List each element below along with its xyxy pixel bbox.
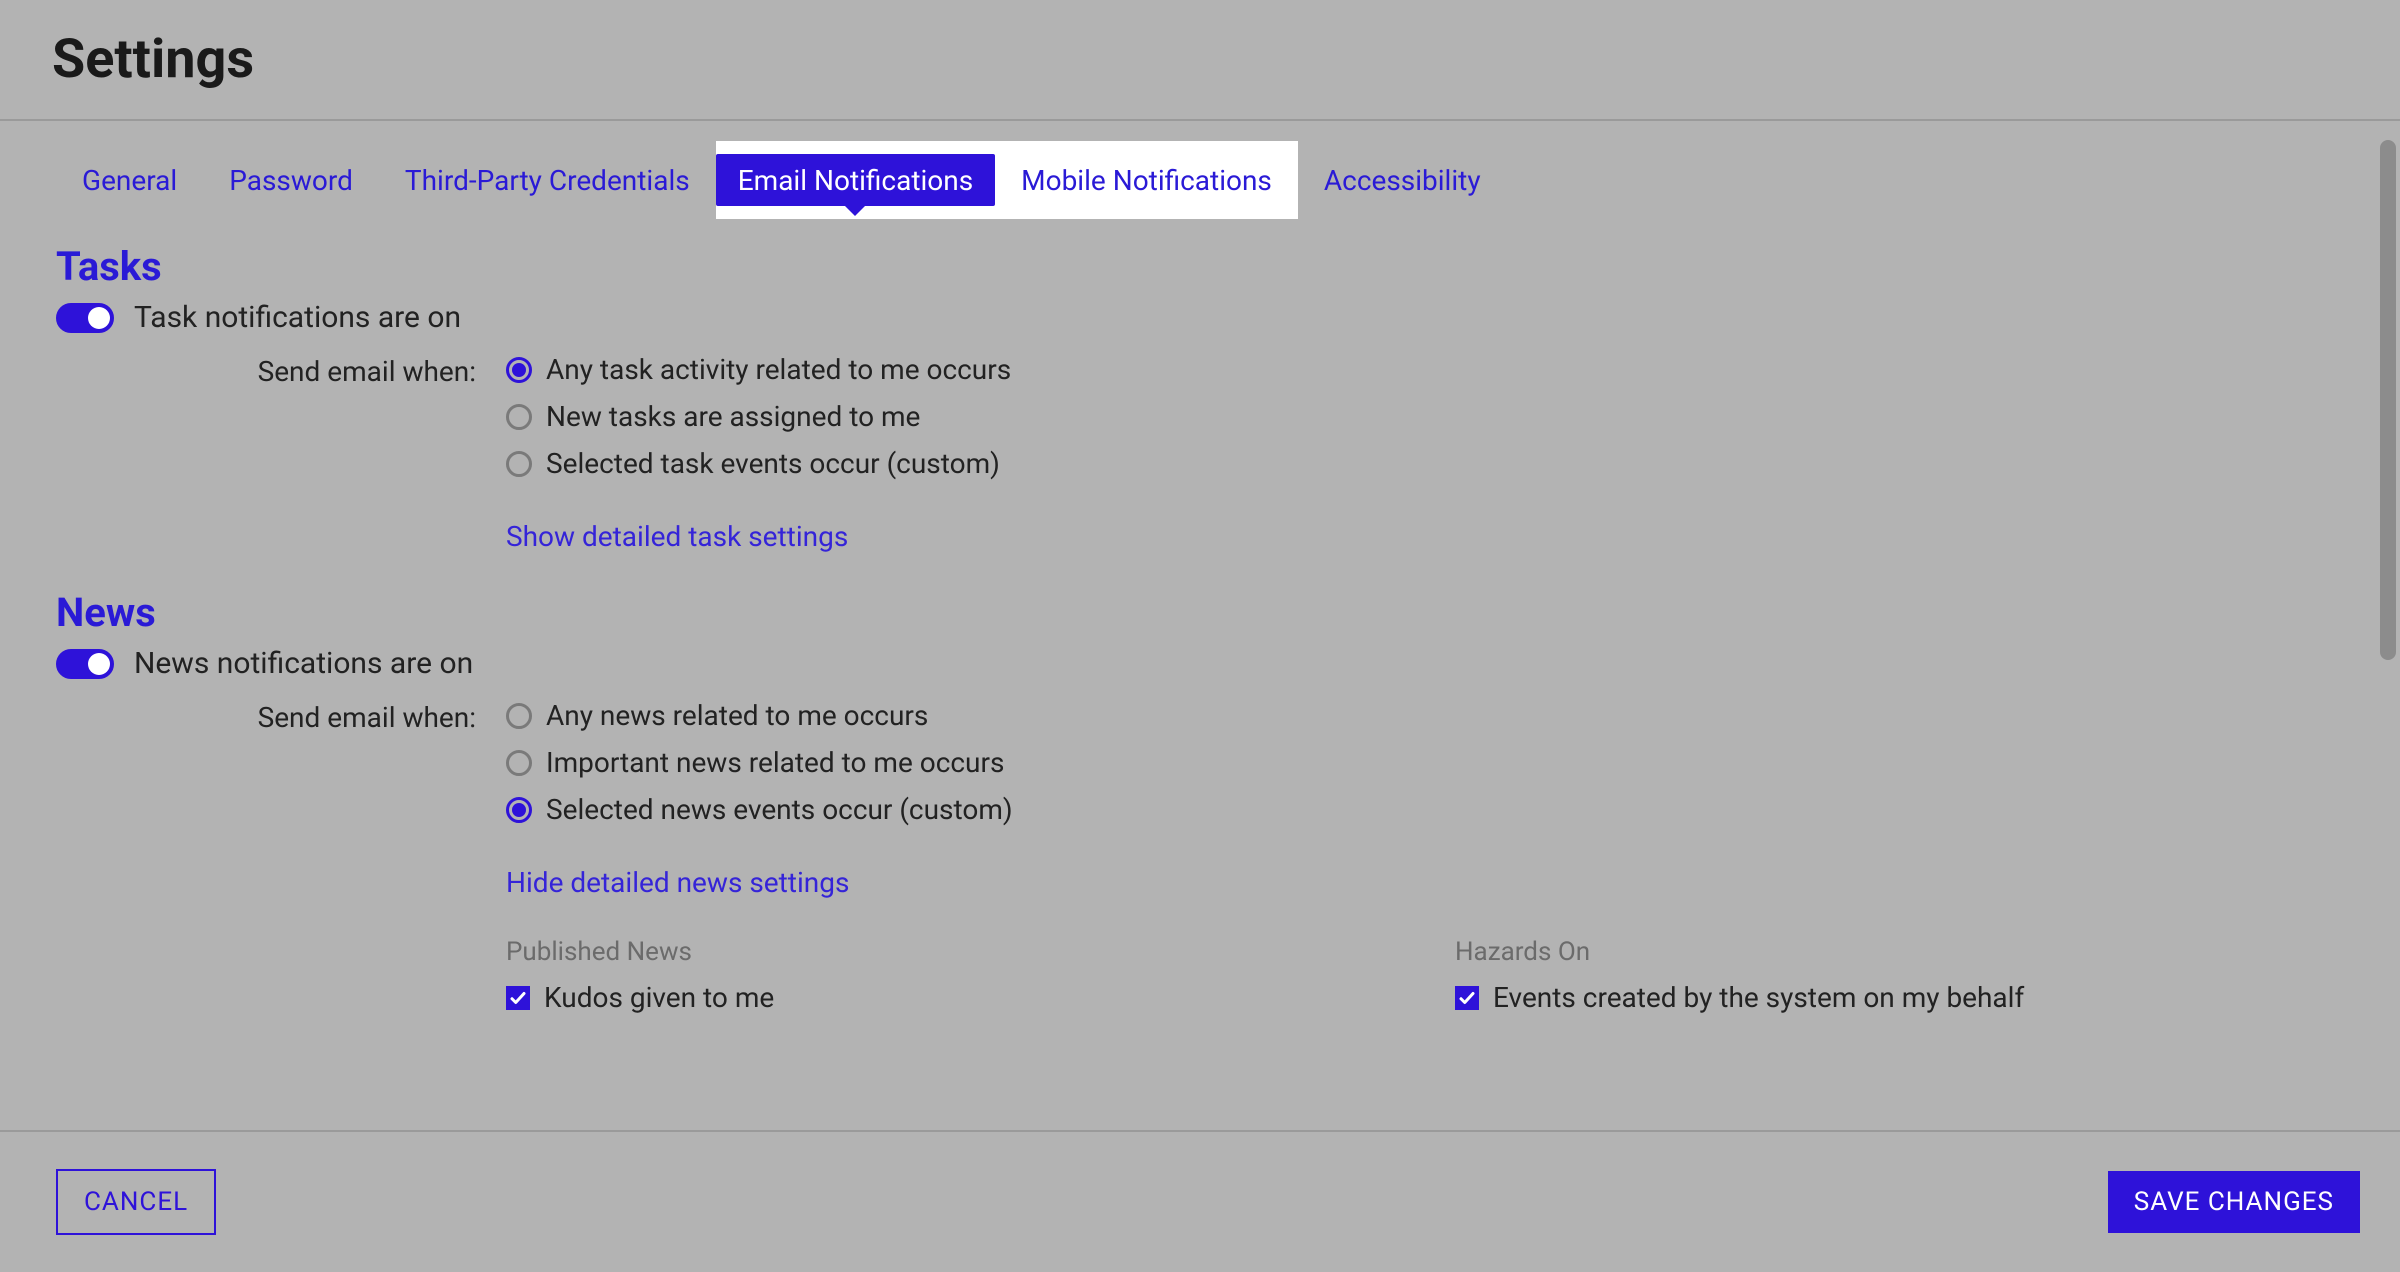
news-detail-right-header: Hazards On: [1455, 937, 2344, 967]
news-toggle[interactable]: [56, 649, 114, 679]
radio-icon[interactable]: [506, 750, 532, 776]
news-detail-right: Hazards On Events created by the system …: [1455, 937, 2344, 1014]
tasks-show-detail-link[interactable]: Show detailed task settings: [506, 520, 2344, 553]
tasks-option-custom[interactable]: Selected task events occur (custom): [506, 447, 2344, 480]
news-form: Send email when: Any news related to me …: [56, 699, 2344, 1014]
news-detail-left-header: Published News: [506, 937, 1395, 967]
radio-icon[interactable]: [506, 357, 532, 383]
tab-third-party-credentials[interactable]: Third-Party Credentials: [379, 141, 716, 219]
radio-label: Selected news events occur (custom): [546, 793, 1013, 826]
radio-label: Selected task events occur (custom): [546, 447, 1000, 480]
tab-general[interactable]: General: [56, 141, 203, 219]
save-changes-button[interactable]: SAVE CHANGES: [2108, 1171, 2360, 1233]
checkbox-icon[interactable]: [506, 986, 530, 1010]
radio-label: Any news related to me occurs: [546, 699, 928, 732]
radio-icon[interactable]: [506, 404, 532, 430]
radio-icon[interactable]: [506, 703, 532, 729]
settings-content: Tasks Task notifications are on Send ema…: [0, 219, 2400, 1231]
news-option-custom[interactable]: Selected news events occur (custom): [506, 793, 2344, 826]
news-detail-right-item-events[interactable]: Events created by the system on my behal…: [1455, 981, 2344, 1014]
divider: [0, 119, 2400, 121]
radio-label: New tasks are assigned to me: [546, 400, 920, 433]
tasks-option-assigned[interactable]: New tasks are assigned to me: [506, 400, 2344, 433]
checkbox-label: Kudos given to me: [544, 981, 774, 1014]
section-title-tasks: Tasks: [56, 243, 2344, 290]
tasks-form: Send email when: Any task activity relat…: [56, 353, 2344, 553]
radio-icon[interactable]: [506, 451, 532, 477]
news-form-label: Send email when:: [56, 699, 476, 1014]
section-title-news: News: [56, 589, 2344, 636]
tasks-form-label: Send email when:: [56, 353, 476, 553]
news-option-any[interactable]: Any news related to me occurs: [506, 699, 2344, 732]
news-options: Any news related to me occurs Important …: [506, 699, 2344, 1014]
news-option-important[interactable]: Important news related to me occurs: [506, 746, 2344, 779]
checkbox-icon[interactable]: [1455, 986, 1479, 1010]
news-toggle-label: News notifications are on: [134, 646, 473, 681]
tab-mobile-notifications[interactable]: Mobile Notifications: [995, 164, 1298, 197]
tab-email-notifications[interactable]: Email Notifications: [716, 154, 995, 206]
tasks-toggle-row: Task notifications are on: [56, 300, 2344, 335]
news-detail-left: Published News Kudos given to me: [506, 937, 1395, 1014]
news-detail-left-item-kudos[interactable]: Kudos given to me: [506, 981, 1395, 1014]
checkbox-label: Events created by the system on my behal…: [1493, 981, 2024, 1014]
tab-password[interactable]: Password: [203, 141, 379, 219]
tab-highlight-group: Email Notifications Mobile Notifications: [716, 141, 1298, 219]
tasks-option-any[interactable]: Any task activity related to me occurs: [506, 353, 2344, 386]
radio-label: Important news related to me occurs: [546, 746, 1004, 779]
tasks-toggle-label: Task notifications are on: [134, 300, 461, 335]
tab-accessibility[interactable]: Accessibility: [1298, 141, 1507, 219]
cancel-button[interactable]: CANCEL: [56, 1169, 216, 1235]
news-hide-detail-link[interactable]: Hide detailed news settings: [506, 866, 2344, 899]
scrollbar[interactable]: [2376, 140, 2400, 1126]
news-toggle-row: News notifications are on: [56, 646, 2344, 681]
radio-icon[interactable]: [506, 797, 532, 823]
scrollbar-thumb[interactable]: [2380, 140, 2396, 660]
settings-tabs: General Password Third-Party Credentials…: [0, 141, 2400, 219]
page-title: Settings: [0, 0, 2400, 119]
news-detail-columns: Published News Kudos given to me Hazards…: [506, 937, 2344, 1014]
footer: CANCEL SAVE CHANGES: [0, 1130, 2400, 1272]
tasks-options: Any task activity related to me occurs N…: [506, 353, 2344, 553]
radio-label: Any task activity related to me occurs: [546, 353, 1011, 386]
tasks-toggle[interactable]: [56, 303, 114, 333]
